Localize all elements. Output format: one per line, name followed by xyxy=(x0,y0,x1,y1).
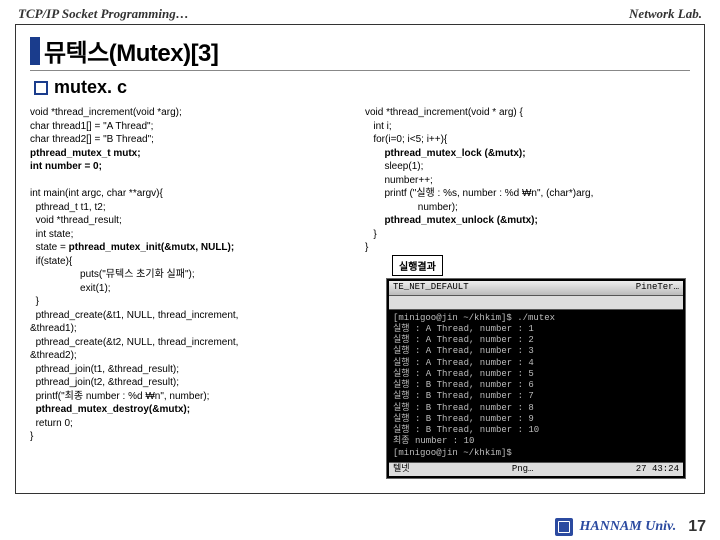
slide-footer: HANNAM Univ. 17 xyxy=(555,518,706,536)
terminal-window: TE_NET_DEFAULT PineTer… [minigoo@jin ~/k… xyxy=(386,278,686,479)
terminal-body: [minigoo@jin ~/khkim]$ ./mutex 실행 : A Th… xyxy=(389,310,683,462)
header-left: TCP/IP Socket Programming… xyxy=(18,6,189,22)
term-status-left: 텔넷 xyxy=(393,464,410,475)
term-status-mid: Png… xyxy=(512,464,534,475)
terminal-statusbar: 텔넷 Png… 27 43:24 xyxy=(389,462,683,476)
terminal-title-left: TE_NET_DEFAULT xyxy=(393,282,469,293)
university-logo-icon xyxy=(555,518,573,536)
term-status-right: 27 43:24 xyxy=(636,464,679,475)
slide-title: 뮤텍스(Mutex)[3] xyxy=(44,33,218,68)
title-bar: 뮤텍스(Mutex)[3] xyxy=(30,33,690,71)
bullet-box-icon xyxy=(34,81,48,95)
result-label: 실행결과 xyxy=(392,255,443,276)
terminal-toolbar xyxy=(389,296,683,310)
result-block: 실행결과 TE_NET_DEFAULT PineTer… [minigoo@ji… xyxy=(386,255,686,479)
slide-header: TCP/IP Socket Programming… Network Lab. xyxy=(0,0,720,24)
header-right: Network Lab. xyxy=(629,6,702,22)
subtitle-row: mutex. c xyxy=(34,77,690,98)
main-content: 뮤텍스(Mutex)[3] mutex. c void *thread_incr… xyxy=(15,24,705,494)
university-name: HANNAM Univ. xyxy=(579,519,676,535)
code-left: void *thread_increment(void *arg); char … xyxy=(30,106,355,444)
subtitle-text: mutex. c xyxy=(54,77,127,98)
page-number: 17 xyxy=(688,518,706,536)
title-marker xyxy=(30,37,40,65)
terminal-titlebar: TE_NET_DEFAULT PineTer… xyxy=(389,281,683,295)
terminal-title-right: PineTer… xyxy=(636,282,679,293)
